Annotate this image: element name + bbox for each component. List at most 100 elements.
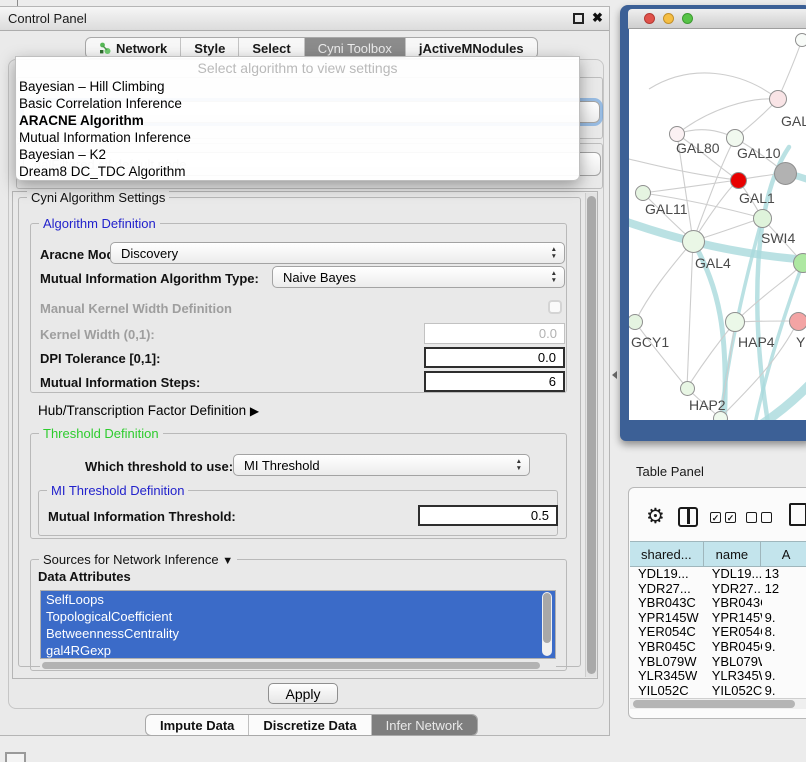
mi-threshold-definition-title: MI Threshold Definition bbox=[47, 483, 188, 498]
tab-style[interactable]: Style bbox=[180, 38, 238, 58]
splitter-collapse-arrow[interactable] bbox=[612, 371, 617, 379]
dropdown-item[interactable]: Bayesian – Hill Climbing bbox=[16, 78, 579, 95]
table-row[interactable]: YBL079WYBL079W bbox=[630, 655, 806, 670]
aracne-mode-combobox[interactable]: Discovery ▲▼ bbox=[110, 242, 565, 264]
table-cell: 12 bbox=[762, 582, 806, 597]
dropdown-item[interactable]: ARACNE Algorithm bbox=[16, 112, 579, 129]
network-node-gal11[interactable] bbox=[635, 185, 651, 201]
which-threshold-label: Which threshold to use: bbox=[85, 459, 233, 474]
table-row[interactable]: YBR043CYBR043C bbox=[630, 596, 806, 611]
attribute-item-selected[interactable]: gal4RGexp bbox=[41, 642, 555, 659]
columns-icon[interactable] bbox=[678, 507, 698, 527]
network-node[interactable] bbox=[795, 33, 806, 47]
checked-box-icon[interactable]: ✓ bbox=[710, 512, 721, 523]
zoom-traffic-light-icon[interactable] bbox=[682, 13, 693, 24]
dropdown-item[interactable]: Bayesian – K2 bbox=[16, 146, 579, 163]
table-row[interactable]: YER054CYER054C8. bbox=[630, 625, 806, 640]
page-icon[interactable] bbox=[789, 503, 806, 526]
gear-icon[interactable]: ⚙ bbox=[646, 504, 665, 529]
network-node[interactable] bbox=[730, 172, 747, 189]
attributes-hscrollbar-thumb[interactable] bbox=[42, 662, 540, 669]
table-header-row: shared...nameA bbox=[630, 541, 806, 567]
hub-definition-toggle[interactable]: Hub/Transcription Factor Definition ▶ bbox=[38, 403, 259, 418]
which-threshold-combobox[interactable]: MI Threshold ▲▼ bbox=[233, 454, 530, 476]
mi-type-combobox[interactable]: Naive Bayes ▲▼ bbox=[272, 266, 565, 288]
column-header[interactable]: shared... bbox=[630, 542, 704, 566]
chevron-down-icon: ▼ bbox=[222, 555, 233, 567]
mi-steps-label: Mutual Information Steps: bbox=[40, 375, 200, 390]
table-cell: YIL052C bbox=[630, 684, 704, 698]
network-node-gal1[interactable] bbox=[753, 209, 772, 228]
close-icon[interactable]: ✖ bbox=[592, 10, 603, 26]
network-canvas[interactable]: GALGAL80GAL10GAL1GAL11GAL4SWI4GCY1HAP4YH… bbox=[629, 29, 806, 420]
data-attributes-list[interactable]: SelfLoopsTopologicalCoefficientBetweenne… bbox=[40, 590, 556, 659]
control-panel-title: Control Panel bbox=[8, 11, 87, 26]
table-row[interactable]: YDR27...YDR27...12 bbox=[630, 582, 806, 597]
attribute-item-selected[interactable]: TopologicalCoefficient bbox=[41, 608, 555, 625]
table-cell: YIL052C bbox=[704, 684, 762, 698]
network-node[interactable] bbox=[713, 411, 728, 421]
tab-select[interactable]: Select bbox=[238, 38, 303, 58]
node-label: HAP4 bbox=[738, 334, 775, 350]
mi-threshold-value: 0.5 bbox=[531, 508, 549, 523]
table-cell: 9. bbox=[762, 684, 806, 698]
column-header[interactable]: A bbox=[761, 542, 806, 566]
dropdown-item[interactable]: Mutual Information Inference bbox=[16, 129, 579, 146]
mi-threshold-field[interactable]: 0.5 bbox=[418, 505, 558, 526]
tab-network[interactable]: Network bbox=[86, 38, 180, 58]
tab-jactivemnodules[interactable]: jActiveMNodules bbox=[405, 38, 537, 58]
apply-button-label: Apply bbox=[285, 686, 320, 702]
table-cell: YBR043C bbox=[630, 596, 704, 611]
network-window-titlebar[interactable] bbox=[628, 9, 806, 29]
float-window-icon[interactable] bbox=[573, 13, 584, 24]
table-cell: YDL19... bbox=[704, 567, 762, 582]
table-cell: YBR045C bbox=[630, 640, 704, 655]
table-cell: 9. bbox=[762, 611, 806, 626]
network-node[interactable] bbox=[774, 162, 797, 185]
table-row[interactable]: YDL19...YDL19...13 bbox=[630, 567, 806, 582]
close-traffic-light-icon[interactable] bbox=[644, 13, 655, 24]
control-panel-titlebar[interactable]: Control Panel bbox=[0, 7, 609, 31]
network-node-gal4[interactable] bbox=[682, 230, 705, 253]
checked-box-icon[interactable]: ✓ bbox=[725, 512, 736, 523]
table-row[interactable]: YPR145WYPR145W9. bbox=[630, 611, 806, 626]
table-row[interactable]: YIL052CYIL052C9. bbox=[630, 684, 806, 698]
table-hscrollbar-thumb[interactable] bbox=[633, 700, 795, 708]
network-node-gal[interactable] bbox=[769, 90, 787, 108]
network-node-hap2[interactable] bbox=[680, 381, 695, 396]
manual-kernel-label: Manual Kernel Width Definition bbox=[40, 301, 232, 316]
network-node-hap4[interactable] bbox=[725, 312, 745, 332]
bottom-tab-bar: Impute DataDiscretize DataInfer Network bbox=[145, 714, 478, 736]
table-row[interactable]: YBR045CYBR045C9. bbox=[630, 640, 806, 655]
node-label: GAL bbox=[781, 113, 806, 129]
table-row[interactable]: YLR345WYLR345W9. bbox=[630, 669, 806, 684]
attributes-vscrollbar-thumb[interactable] bbox=[543, 593, 551, 643]
dpi-tolerance-value: 0.0 bbox=[538, 350, 556, 365]
tab-cyni-toolbox[interactable]: Cyni Toolbox bbox=[304, 38, 405, 58]
unchecked-box-icon[interactable] bbox=[746, 512, 757, 523]
column-header[interactable]: name bbox=[704, 542, 762, 566]
attribute-item-selected[interactable]: BetweennessCentrality bbox=[41, 625, 555, 642]
sources-group-title[interactable]: Sources for Network Inference ▼ bbox=[39, 552, 237, 567]
network-node-swi4[interactable] bbox=[793, 253, 806, 273]
mi-steps-field[interactable]: 6 bbox=[424, 371, 565, 392]
control-panel-window: Control Panel ✖ NetworkStyleSelectCyni T… bbox=[0, 6, 610, 736]
network-node-y[interactable] bbox=[789, 312, 806, 331]
unchecked-box-icon[interactable] bbox=[761, 512, 772, 523]
minimize-traffic-light-icon[interactable] bbox=[663, 13, 674, 24]
dpi-tolerance-field[interactable]: 0.0 bbox=[424, 347, 565, 368]
manual-kernel-checkbox[interactable] bbox=[548, 300, 562, 314]
which-threshold-value: MI Threshold bbox=[244, 458, 320, 473]
dropdown-item[interactable]: Basic Correlation Inference bbox=[16, 95, 579, 112]
bottom-tab-infer-network[interactable]: Infer Network bbox=[371, 715, 477, 735]
bottom-tab-impute-data[interactable]: Impute Data bbox=[146, 715, 248, 735]
apply-button[interactable]: Apply bbox=[268, 683, 338, 704]
attribute-item-selected[interactable]: SelfLoops bbox=[41, 591, 555, 608]
dpi-tolerance-label: DPI Tolerance [0,1]: bbox=[40, 351, 160, 366]
minimized-panel-icon[interactable] bbox=[5, 752, 26, 762]
kernel-width-field[interactable]: 0.0 bbox=[424, 323, 565, 344]
settings-scrollbar-thumb[interactable] bbox=[587, 196, 596, 674]
node-table[interactable]: shared...nameA YDL19...YDL19...13YDR27..… bbox=[630, 541, 806, 698]
dropdown-item[interactable]: Dream8 DC_TDC Algorithm bbox=[16, 163, 579, 180]
bottom-tab-discretize-data[interactable]: Discretize Data bbox=[248, 715, 370, 735]
